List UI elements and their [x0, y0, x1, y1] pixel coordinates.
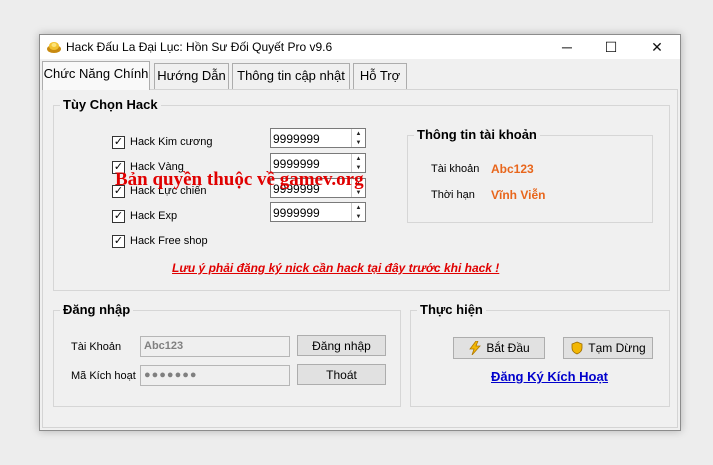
login-group: Đăng nhập Tài Khoản Abc123 Mã Kích hoạt …: [53, 302, 401, 407]
actions-title: Thực hiện: [417, 302, 486, 317]
title-bar: Hack Đấu La Đại Lục: Hồn Sư Đối Quyết Pr…: [40, 35, 680, 59]
lightning-icon: [469, 341, 482, 355]
diamond-amount-stepper[interactable]: 9999999 ▲ ▼: [270, 128, 366, 148]
maximize-icon: ☐: [604, 38, 618, 55]
window-title: Hack Đấu La Đại Lục: Hồn Sư Đối Quyết Pr…: [66, 40, 333, 54]
hack-exp-checkbox[interactable]: ✓ Hack Exp: [112, 208, 177, 224]
login-button[interactable]: Đăng nhập: [297, 335, 386, 356]
gold-ingot-icon: [47, 42, 61, 53]
watermark-text: Bản quyền thuộc về gamev.org: [115, 169, 364, 190]
arrow-down-icon[interactable]: ▼: [352, 212, 365, 221]
app-window: Hack Đấu La Đại Lục: Hồn Sư Đối Quyết Pr…: [39, 34, 681, 431]
activation-key-label: Mã Kích hoạt: [71, 370, 136, 382]
minimize-icon: ─: [562, 39, 572, 55]
hack-exp-label: Hack Exp: [130, 210, 178, 222]
minimize-button[interactable]: ─: [544, 35, 590, 59]
arrow-up-icon[interactable]: ▲: [352, 129, 365, 138]
tab-main-functions[interactable]: Chức Năng Chính: [42, 61, 150, 90]
login-title: Đăng nhập: [60, 302, 134, 317]
close-button[interactable]: ✕: [634, 35, 680, 59]
stepper-arrows[interactable]: ▲ ▼: [351, 203, 365, 221]
hack-diamond-label: Hack Kim cương: [130, 136, 213, 148]
pause-button-label: Tạm Dừng: [588, 341, 646, 355]
hack-options-group: Tùy Chọn Hack ✓ Hack Kim cương ✓ Hack Và…: [53, 97, 670, 291]
arrow-up-icon[interactable]: ▲: [352, 203, 365, 212]
account-value: Abc123: [491, 162, 534, 176]
arrow-up-icon[interactable]: ▲: [352, 154, 365, 163]
hack-free-shop-checkbox[interactable]: ✓ Hack Free shop: [112, 233, 208, 249]
register-activation-link[interactable]: Đăng Ký Kích Hoạt: [491, 369, 608, 384]
tab-update-info[interactable]: Thông tin cập nhật: [232, 63, 350, 89]
checkbox-check-icon: ✓: [112, 234, 125, 248]
exp-amount-stepper[interactable]: 9999999 ▲ ▼: [270, 202, 366, 222]
account-info-group: Thông tin tài khoản Tài khoản Abc123 Thờ…: [407, 127, 653, 223]
pause-button[interactable]: Tạm Dừng: [563, 337, 653, 359]
tab-guide[interactable]: Hướng Dẫn: [154, 63, 229, 89]
hack-free-shop-label: Hack Free shop: [130, 235, 208, 247]
checkbox-check-icon: ✓: [112, 209, 125, 223]
hack-options-title: Tùy Chọn Hack: [60, 97, 161, 112]
logout-button[interactable]: Thoát: [297, 364, 386, 385]
login-account-input[interactable]: Abc123: [140, 336, 290, 357]
activation-key-input[interactable]: ●●●●●●●: [140, 365, 290, 386]
start-button[interactable]: Bắt Đầu: [453, 337, 545, 359]
maximize-button[interactable]: ☐: [588, 35, 634, 59]
expiry-value: Vĩnh Viễn: [491, 188, 546, 202]
register-warning: Lưu ý phải đăng ký nick cần hack tại đây…: [172, 261, 500, 275]
close-icon: ✕: [651, 38, 663, 55]
shield-icon: [571, 341, 583, 355]
stepper-arrows[interactable]: ▲ ▼: [351, 129, 365, 147]
main-panel: Tùy Chọn Hack ✓ Hack Kim cương ✓ Hack Và…: [42, 89, 678, 428]
actions-group: Thực hiện Bắt Đầu Tạm Dừng Đăng Ký Kích …: [410, 302, 670, 407]
hack-diamond-checkbox[interactable]: ✓ Hack Kim cương: [112, 134, 212, 150]
tab-support[interactable]: Hỗ Trợ: [353, 63, 407, 89]
start-button-label: Bắt Đầu: [486, 341, 530, 355]
account-label: Tài khoản: [431, 163, 480, 175]
checkbox-check-icon: ✓: [112, 135, 125, 149]
account-info-title: Thông tin tài khoản: [414, 127, 540, 142]
tab-strip: Chức Năng Chính Hướng Dẫn Thông tin cập …: [42, 61, 678, 90]
exp-amount-value: 9999999: [273, 206, 320, 220]
login-account-label: Tài Khoản: [71, 341, 122, 353]
arrow-down-icon[interactable]: ▼: [352, 138, 365, 147]
expiry-label: Thời hạn: [431, 189, 475, 201]
diamond-amount-value: 9999999: [273, 132, 320, 146]
